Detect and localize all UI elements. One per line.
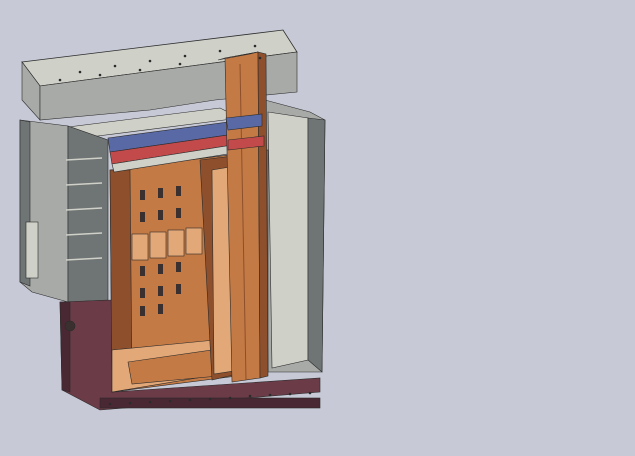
cad-viewport[interactable] [0, 0, 635, 456]
left-wall-panel [25, 221, 39, 279]
left-housing [19, 119, 109, 303]
left-wall-inner-frame [67, 125, 109, 303]
right-housing [264, 99, 326, 373]
right-wall-edge [307, 117, 326, 373]
furnace-cutaway-model[interactable] [0, 0, 635, 456]
base-side [59, 301, 71, 393]
right-wall-inner [267, 111, 309, 369]
base-port [64, 320, 76, 332]
chimney-side [257, 51, 269, 379]
